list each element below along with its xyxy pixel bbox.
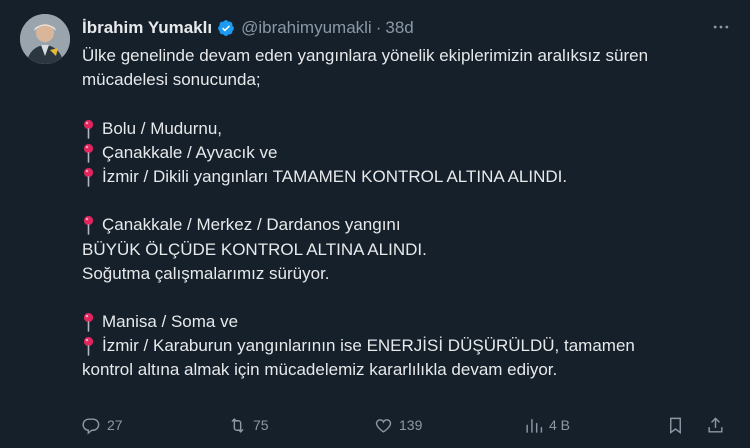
pin-icon [82, 312, 95, 332]
share-button[interactable] [706, 412, 731, 438]
share-icon [708, 416, 723, 433]
retweet-button[interactable]: 75 [228, 412, 269, 438]
tweet: İbrahim Yumaklı @ibrahimyumakli · 38d Ül… [0, 0, 750, 448]
pin-icon [82, 215, 95, 236]
tweet-line-text: Ülke genelinde devam eden yangınlara yön… [82, 46, 649, 65]
views-count: 4 B [549, 417, 571, 433]
author-name[interactable]: İbrahim Yumaklı [82, 18, 212, 38]
pin-icon [82, 119, 95, 139]
pin-icon [82, 336, 95, 357]
tweet-line: Bolu / Mudurnu, [82, 117, 712, 141]
reply-count: 27 [107, 417, 123, 433]
tweet-line-text: Çanakkale / Ayvacık ve [102, 142, 278, 162]
tweet-line-text: İzmir / Dikili yangınları TAMAMEN KONTRO… [102, 166, 568, 186]
tweet-line: İzmir / Karaburun yangınlarının ise ENER… [82, 334, 712, 358]
tweet-line-text: mücadelesi sonucunda; [82, 70, 261, 90]
more-icon[interactable] [710, 16, 732, 38]
tweet-line: kontrol altına almak için mücadelemiz ka… [82, 358, 712, 382]
tweet-line: mücadelesi sonucunda; [82, 68, 712, 92]
retweet-count: 75 [253, 417, 269, 433]
author-handle[interactable]: @ibrahimyumakli [241, 18, 372, 38]
tweet-line: Çanakkale / Merkez / Dardanos yangını [82, 213, 712, 237]
tweet-line-text: Manisa / Soma ve [102, 312, 239, 332]
bookmark-icon [670, 417, 681, 434]
like-icon [375, 418, 392, 433]
verified-badge-icon [217, 19, 235, 37]
tweet-line-text: BÜYÜK ÖLÇÜDE KONTROL ALTINA ALINDI. [82, 239, 427, 259]
tweet-text: Ülke genelinde devam eden yangınlara yön… [82, 44, 712, 383]
action-bar: 27 75 139 4 B [82, 412, 740, 438]
tweet-timestamp[interactable]: 38d [385, 18, 413, 38]
pin-icon [82, 167, 95, 187]
tweet-line-text: Soğutma çalışmalarımız sürüyor. [82, 263, 330, 283]
tweet-line: Soğutma çalışmalarımız sürüyor. [82, 262, 712, 286]
tweet-line: Ülke genelinde devam eden yangınlara yön… [82, 44, 712, 68]
tweet-line-text: İzmir / Karaburun yangınlarının ise ENER… [102, 336, 635, 356]
like-button[interactable]: 139 [374, 412, 422, 438]
views-icon [526, 418, 543, 433]
tweet-line-text: Çanakkale / Merkez / Dardanos yangını [102, 215, 401, 235]
pin-icon [82, 143, 95, 163]
tweet-line: Manisa / Soma ve [82, 310, 712, 334]
tweet-line: İzmir / Dikili yangınları TAMAMEN KONTRO… [82, 165, 712, 189]
reply-icon [82, 417, 100, 434]
tweet-header: İbrahim Yumaklı @ibrahimyumakli · 38d [82, 17, 690, 39]
reply-button[interactable]: 27 [82, 412, 123, 438]
bookmark-button[interactable] [666, 412, 691, 438]
avatar[interactable] [20, 14, 70, 64]
tweet-line-text: Bolu / Mudurnu, [102, 118, 223, 138]
tweet-line: Çanakkale / Ayvacık ve [82, 141, 712, 165]
separator-dot: · [375, 18, 382, 37]
retweet-icon [231, 417, 244, 433]
views-button[interactable]: 4 B [524, 412, 570, 438]
like-count: 139 [399, 417, 423, 433]
tweet-line: BÜYÜK ÖLÇÜDE KONTROL ALTINA ALINDI. [82, 238, 712, 262]
tweet-line-text: kontrol altına almak için mücadelemiz ka… [82, 360, 558, 380]
